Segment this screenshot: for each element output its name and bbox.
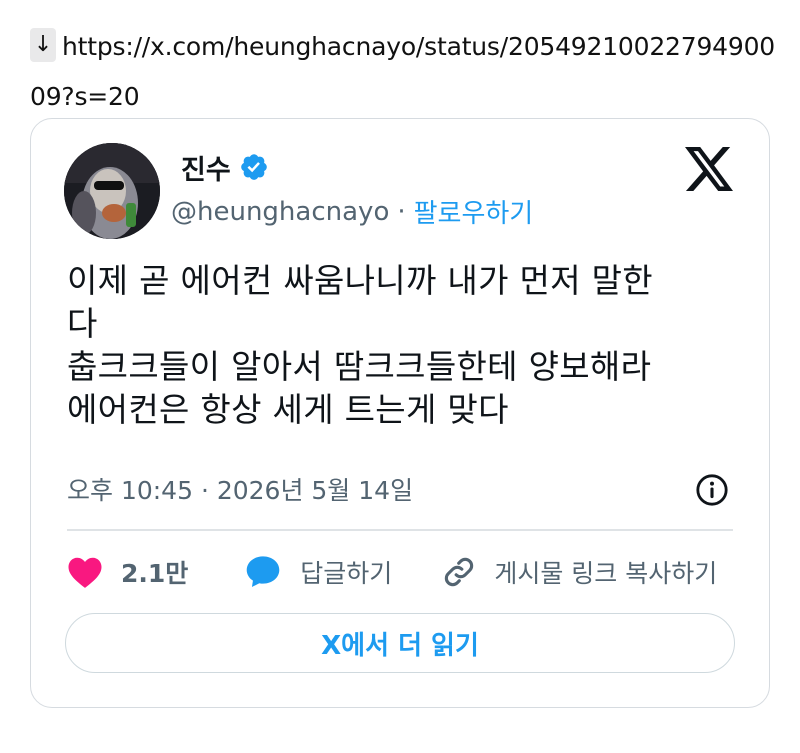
handle-row: @heunghacnayo · 팔로우하기 [171,193,533,230]
info-icon[interactable] [695,473,729,507]
link-icon [445,557,474,587]
verified-badge-icon [240,154,267,180]
down-arrow-icon: ↓ [30,28,56,62]
like-button[interactable]: 2.1만 [67,554,188,590]
avatar[interactable] [64,143,160,239]
link-url[interactable]: https://x.com/heunghacnayo/status/205492… [30,32,775,111]
heart-icon [68,557,102,588]
tweet-line: 에어컨은 항상 세게 트는게 맞다 [67,390,509,429]
follow-link[interactable]: 팔로우하기 [414,193,534,230]
divider [67,529,733,531]
like-count: 2.1만 [121,559,189,588]
tweet-line: 춥크크들이 알아서 땀크크들한테 양보해라 [67,347,652,386]
separator-dot: · [397,196,406,227]
shared-link[interactable]: ↓ https://x.com/heunghacnayo/status/20549… [30,22,780,122]
tweet-timestamp[interactable]: 오후 10:45 · 2026년 5월 14일 [67,471,413,507]
tweet-line: 다 [67,304,98,343]
tweet-embed-card[interactable]: 진수 @heunghacnayo · 팔로우하기 이제 곧 에어컨 싸움나니까 … [30,118,770,708]
author-name-row: 진수 [181,148,269,187]
x-logo-icon[interactable] [685,147,733,191]
reply-label: 답글하기 [300,559,393,588]
reply-bubble-icon [247,556,280,588]
tweet-text: 이제 곧 에어컨 싸움나니까 내가 먼저 말한 다 춥크크들이 알아서 땀크크들… [67,259,747,431]
author-name[interactable]: 진수 [181,148,231,187]
copy-link-label: 게시물 링크 복사하기 [494,559,718,588]
tweet-actions: 2.1만 답글하기 게시물 링크 복사하기 [67,547,717,597]
reply-button[interactable]: 답글하기 [244,554,392,590]
read-more-button[interactable]: X에서 더 읽기 [65,613,735,673]
avatar-image [64,143,160,239]
author-handle[interactable]: @heunghacnayo [171,197,389,227]
tweet-line: 이제 곧 에어컨 싸움나니까 내가 먼저 말한 [67,261,653,300]
copy-link-button[interactable]: 게시물 링크 복사하기 [442,554,717,590]
